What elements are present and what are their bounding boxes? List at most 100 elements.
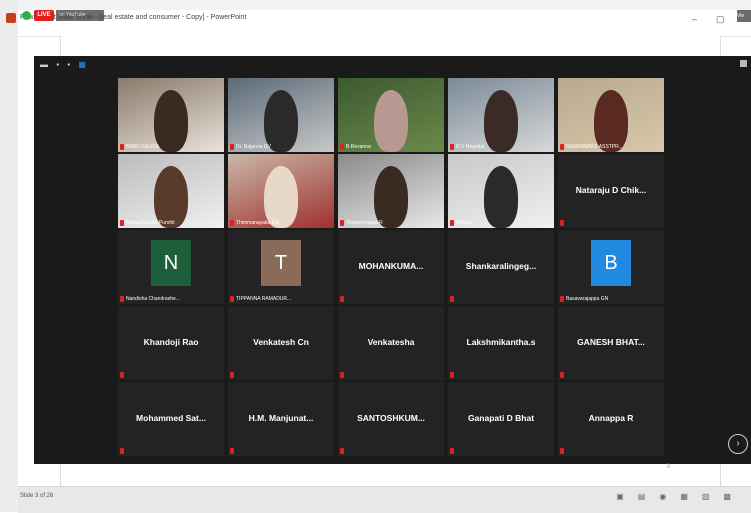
mic-muted-icon [230, 220, 234, 226]
zoom-options-icon[interactable] [740, 60, 747, 67]
participant-label: Varuna [456, 220, 472, 226]
mic-muted-icon [230, 448, 234, 454]
participant-tile[interactable]: Mohammed Sat... [118, 382, 224, 456]
participant-tile[interactable]: Annappa R [558, 382, 664, 456]
mic-muted-icon [450, 144, 454, 150]
participant-tile[interactable]: GANESH BHAT... [558, 306, 664, 380]
person-silhouette [374, 166, 408, 228]
mic-muted-icon [230, 296, 234, 302]
slide-top-area [60, 36, 721, 56]
person-silhouette [154, 90, 188, 152]
participant-name: Khandoji Rao [143, 337, 199, 347]
participant-avatar: T [261, 240, 301, 286]
mic-muted-icon [340, 296, 344, 302]
participant-name: Shankaralingeg... [465, 261, 537, 271]
mic-muted-icon [450, 220, 454, 226]
slide-page-mark: 3 [666, 464, 670, 470]
participant-tile[interactable]: R V Hegadal [448, 78, 554, 152]
powerpoint-status-bar: Slide 3 of 26 ▣▤◉▦▧▩ [18, 486, 751, 513]
participant-tile[interactable]: MOHANKUMA... [338, 230, 444, 304]
participant-tile[interactable]: B Basavarajappa GN [558, 230, 664, 304]
participant-label: Thippeshappa R [346, 220, 383, 226]
participant-name: Mohammed Sat... [136, 413, 206, 423]
participant-tile[interactable]: Venkatesha [338, 306, 444, 380]
powerpoint-icon [6, 13, 16, 23]
restore-button[interactable]: ▢ [716, 14, 725, 25]
participant-tile[interactable]: Khandoji Rao [118, 306, 224, 380]
participant-label: Dr. Rajanna GV [236, 144, 272, 150]
participant-tile[interactable]: RAMANNAKE ASSTPR... [558, 78, 664, 152]
participant-video [338, 154, 444, 228]
live-badge[interactable]: LIVE [34, 10, 54, 21]
mic-muted-icon [120, 144, 124, 150]
participant-tile[interactable]: T TIPPANNA RAMADUR... [228, 230, 334, 304]
participant-avatar: B [591, 240, 631, 286]
participant-tile[interactable]: Thimmanayaka K.E [228, 154, 334, 228]
participant-tile[interactable]: Lakshmikantha.s [448, 306, 554, 380]
screen-top-edge [0, 0, 751, 10]
participant-tile[interactable]: BABU GALIDA [118, 78, 224, 152]
mic-muted-icon [340, 220, 344, 226]
participant-label: B.Revanna [346, 144, 371, 150]
shield-icon [22, 11, 31, 20]
participant-video [228, 78, 334, 152]
participant-tile[interactable]: N Nandisha Chandrashe... [118, 230, 224, 304]
participant-name: Nataraju D Chik... [575, 185, 647, 195]
participant-video [228, 154, 334, 228]
participant-name: Annappa R [588, 413, 634, 423]
mic-muted-icon [450, 296, 454, 302]
participant-video [118, 154, 224, 228]
mic-muted-icon [120, 220, 124, 226]
participant-tile[interactable]: Nataraju D Chik... [558, 154, 664, 228]
mic-muted-icon [560, 144, 564, 150]
participant-tile[interactable]: B.Revanna [338, 78, 444, 152]
zoom-gallery-view: ▬ ▪ ▪ ▦ BABU GALIDA Dr. Rajanna GV B.Revan… [34, 56, 751, 464]
participant-tile[interactable]: Ganapati D Bhat [448, 382, 554, 456]
participant-tile[interactable]: Shankaralingeg... [448, 230, 554, 304]
participant-name: Venkatesh Cn [253, 337, 309, 347]
participant-avatar: N [151, 240, 191, 286]
participant-label: BABU GALIDA [126, 144, 160, 150]
participant-label: Thimmanayaka K.E [236, 220, 280, 226]
participant-label: RAMANNAKE ASSTPR... [566, 144, 623, 150]
participant-label: R V Hegadal [456, 144, 485, 150]
participant-video [448, 78, 554, 152]
mic-muted-icon [560, 220, 564, 226]
participant-name: SANTOSHKUM... [357, 413, 425, 423]
mic-muted-icon [340, 372, 344, 378]
participant-label: TIPPANNA RAMADUR... [236, 296, 292, 302]
participant-name: Venkatesha [367, 337, 415, 347]
zoom-view-tools[interactable]: ▬ ▪ ▪ ▦ [40, 60, 89, 69]
participant-label: Ramachandra Purohit [126, 220, 175, 226]
mic-muted-icon [340, 448, 344, 454]
slide-counter: Slide 3 of 26 [20, 493, 54, 499]
participant-video [338, 78, 444, 152]
view-menu-corner[interactable]: Vie [737, 10, 751, 22]
participant-tile[interactable]: Ramachandra Purohit [118, 154, 224, 228]
minimize-button[interactable]: – [692, 14, 697, 24]
gallery-view-icon[interactable]: ▦ [78, 60, 89, 69]
mic-muted-icon [450, 448, 454, 454]
participant-name: GANESH BHAT... [577, 337, 645, 347]
participant-tile[interactable]: SANTOSHKUM... [338, 382, 444, 456]
person-silhouette [154, 166, 188, 228]
person-silhouette [264, 90, 298, 152]
person-silhouette [374, 90, 408, 152]
participant-label: Basavarajappa GN [566, 296, 609, 302]
mic-muted-icon [560, 372, 564, 378]
participant-tile[interactable]: Varuna [448, 154, 554, 228]
stream-status[interactable]: on YouTube [56, 10, 104, 21]
participant-tile[interactable]: Venkatesh Cn [228, 306, 334, 380]
view-controls[interactable]: ▣▤◉▦▧▩ [616, 492, 745, 501]
participant-tile[interactable]: Dr. Rajanna GV [228, 78, 334, 152]
person-silhouette [484, 166, 518, 228]
participant-video [118, 78, 224, 152]
mic-muted-icon [340, 144, 344, 150]
mic-muted-icon [560, 296, 564, 302]
mic-muted-icon [560, 448, 564, 454]
participant-video [558, 78, 664, 152]
participant-tile[interactable]: Thippeshappa R [338, 154, 444, 228]
next-page-button[interactable]: › [728, 434, 748, 454]
mic-muted-icon [450, 372, 454, 378]
participant-tile[interactable]: H.M. Manjunat... [228, 382, 334, 456]
